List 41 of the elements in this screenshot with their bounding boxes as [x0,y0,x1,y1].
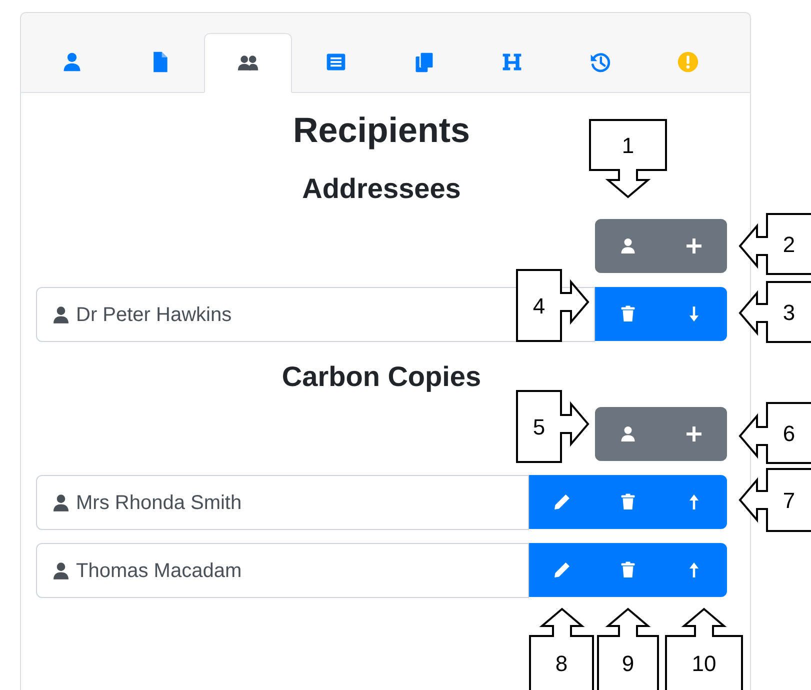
person-icon [61,51,83,73]
callout-number: 3 [782,300,796,325]
callout-number: 6 [782,421,796,446]
person-icon [619,425,637,443]
pencil-icon [553,561,571,579]
add-person-button[interactable] [595,219,661,273]
page-title: Recipients [293,110,470,152]
callout-number: 10 [692,651,716,676]
heading-icon [501,51,523,73]
copy-icon [413,51,435,73]
pencil-icon [553,493,571,511]
plus-icon [685,425,703,443]
callout-number: 1 [622,133,634,158]
add-button[interactable] [661,219,727,273]
callout-number: 2 [782,232,796,257]
list-icon [325,51,347,73]
trash-icon [619,493,637,511]
warning-icon [677,51,699,73]
plus-icon [685,237,703,255]
add-person-button[interactable] [595,407,661,461]
callout-number: 8 [555,651,568,676]
person-icon [51,560,71,580]
recipient-field[interactable]: Thomas Macadam [36,543,529,598]
callout-number: 5 [532,414,546,440]
person-icon [619,237,637,255]
edit-button[interactable] [529,475,595,529]
person-icon [51,492,71,512]
callout-number: 4 [532,294,546,318]
trash-icon [619,561,637,579]
callout-number: 9 [622,651,634,676]
callout-number: 7 [782,488,796,513]
section-heading: Addressees [301,172,462,206]
section-heading: Carbon Copies [280,360,482,394]
add-button[interactable] [661,407,727,461]
person-icon [51,304,71,324]
edit-button[interactable] [529,543,595,597]
tab[interactable] [204,33,292,93]
recipient-field[interactable]: Mrs Rhonda Smith [36,475,529,530]
trash-icon [619,305,637,323]
history-icon [589,51,611,73]
delete-button[interactable] [595,287,661,341]
